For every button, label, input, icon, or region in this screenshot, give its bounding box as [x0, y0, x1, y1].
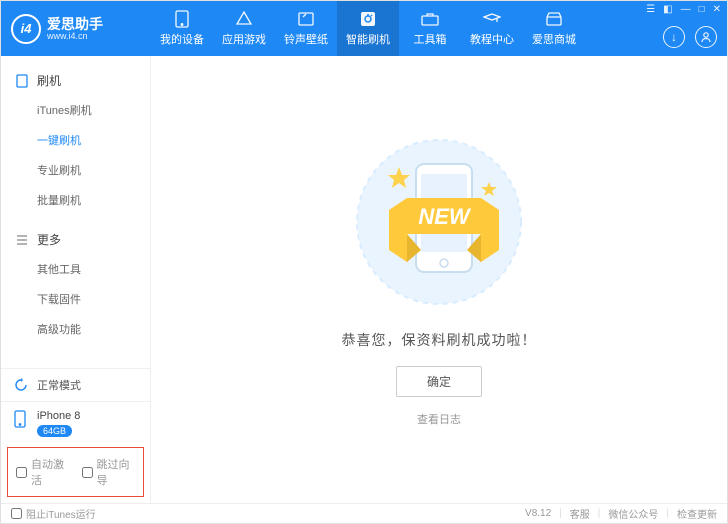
sidebar-item-oneclick-flash[interactable]: 一键刷机 [1, 125, 150, 155]
sidebar: 刷机 iTunes刷机 一键刷机 专业刷机 批量刷机 更多 其他工具 下载固件 … [1, 56, 151, 503]
sidebar-item-pro-flash[interactable]: 专业刷机 [1, 155, 150, 185]
device-icon [13, 410, 29, 430]
sidebar-item-advanced[interactable]: 高级功能 [1, 314, 150, 344]
phone-icon [172, 10, 192, 28]
tab-apps[interactable]: 应用游戏 [213, 1, 275, 56]
bottom-options: 自动激活 跳过向导 [7, 447, 144, 497]
svg-text:NEW: NEW [418, 204, 472, 229]
store-icon [544, 10, 564, 28]
top-tabs: 我的设备 应用游戏 铃声壁纸 智能刷机 工具箱 教程中心 爱思商城 [151, 1, 727, 56]
device-box[interactable]: iPhone 8 64GB [1, 401, 150, 447]
wallpaper-icon [296, 10, 316, 28]
toolbox-icon [420, 10, 440, 28]
tab-store[interactable]: 爱思商城 [523, 1, 585, 56]
link-wechat[interactable]: 微信公众号 [608, 506, 658, 521]
skin-icon[interactable]: ◧ [663, 4, 672, 15]
app-header: i4 爱思助手 www.i4.cn 我的设备 应用游戏 铃声壁纸 智能刷机 工具… [1, 1, 727, 56]
view-log-link[interactable]: 查看日志 [417, 411, 461, 427]
close-icon[interactable]: ✕ [713, 4, 721, 15]
maximize-icon[interactable]: □ [699, 4, 705, 15]
device-name: iPhone 8 [37, 410, 80, 422]
sidebar-item-batch-flash[interactable]: 批量刷机 [1, 185, 150, 215]
tab-flash[interactable]: 智能刷机 [337, 1, 399, 56]
sidebar-section-more[interactable]: 更多 [1, 225, 150, 254]
logo-text: 爱思助手 www.i4.cn [47, 17, 103, 41]
tab-toolbox[interactable]: 工具箱 [399, 1, 461, 56]
storage-badge: 64GB [37, 425, 72, 437]
main-content: NEW 恭喜您，保资料刷机成功啦！ 确定 查看日志 [151, 56, 727, 503]
settings-icon[interactable]: ☰ [646, 4, 655, 15]
sidebar-item-other-tools[interactable]: 其他工具 [1, 254, 150, 284]
checkbox-block-itunes[interactable]: 阻止iTunes运行 [11, 506, 96, 521]
list-icon [15, 233, 29, 247]
tab-my-device[interactable]: 我的设备 [151, 1, 213, 56]
apps-icon [234, 10, 254, 28]
sidebar-item-download-firmware[interactable]: 下载固件 [1, 284, 150, 314]
tab-ringtones[interactable]: 铃声壁纸 [275, 1, 337, 56]
flash-icon [358, 10, 378, 28]
minimize-icon[interactable]: — [681, 4, 691, 15]
link-support[interactable]: 客服 [570, 506, 590, 521]
logo: i4 爱思助手 www.i4.cn [1, 14, 151, 44]
success-message: 恭喜您，保资料刷机成功啦！ [342, 330, 537, 350]
tab-tutorials[interactable]: 教程中心 [461, 1, 523, 56]
footer: 阻止iTunes运行 V8.12 | 客服 | 微信公众号 | 检查更新 [1, 503, 727, 523]
version-label: V8.12 [525, 508, 551, 519]
tutorial-icon [482, 10, 502, 28]
confirm-button[interactable]: 确定 [396, 366, 482, 397]
refresh-icon [13, 377, 29, 393]
window-controls: ☰ ◧ — □ ✕ [646, 4, 721, 15]
checkbox-auto-activate[interactable]: 自动激活 [16, 456, 70, 488]
user-icon[interactable] [695, 26, 717, 48]
success-illustration: NEW [349, 132, 529, 312]
link-update[interactable]: 检查更新 [677, 506, 717, 521]
phone-outline-icon [15, 74, 29, 88]
sidebar-section-flash[interactable]: 刷机 [1, 66, 150, 95]
logo-icon: i4 [11, 14, 41, 44]
sidebar-item-itunes-flash[interactable]: iTunes刷机 [1, 95, 150, 125]
header-right-buttons: ↓ [663, 26, 717, 48]
download-icon[interactable]: ↓ [663, 26, 685, 48]
checkbox-skip-guide[interactable]: 跳过向导 [82, 456, 136, 488]
device-mode[interactable]: 正常模式 [1, 368, 150, 401]
